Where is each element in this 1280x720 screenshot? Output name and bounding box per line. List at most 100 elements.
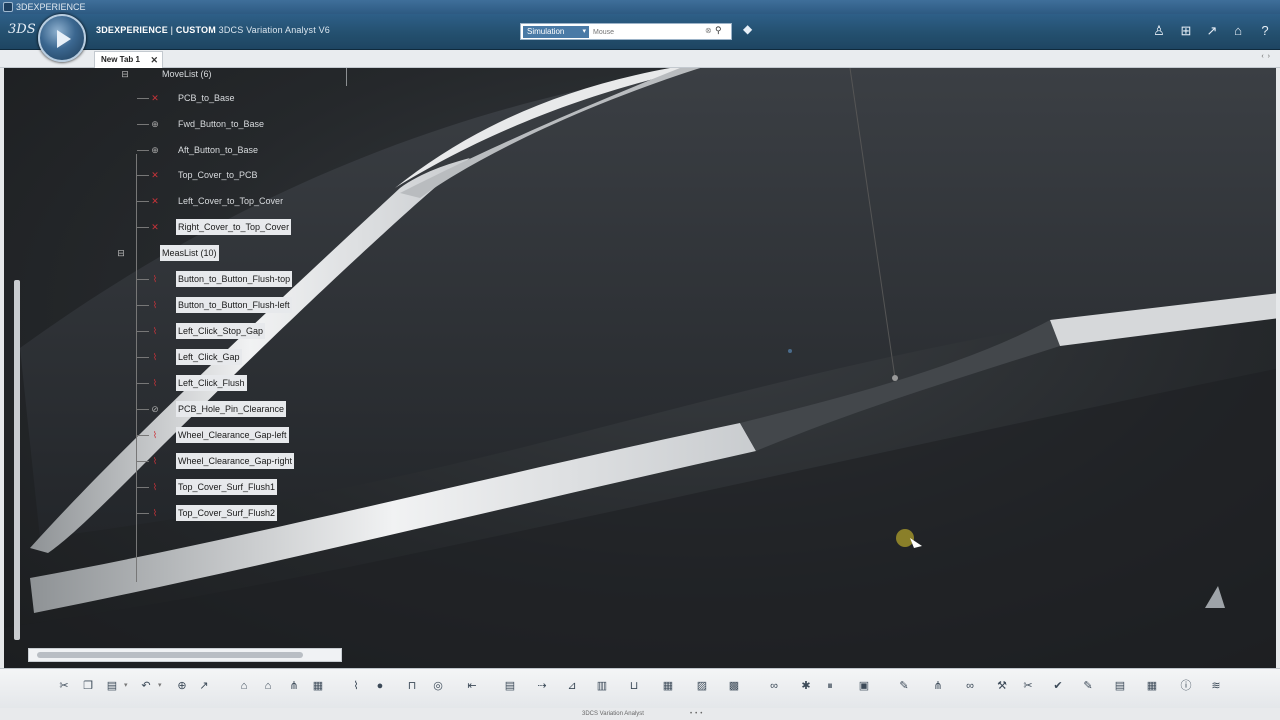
window-title: 3DEXPERIENCE (16, 2, 86, 12)
tree-item-label: Fwd_Button_to_Base (178, 119, 265, 129)
share-icon[interactable]: ↗ (1203, 22, 1221, 40)
measure-icon: ⌇ (152, 508, 158, 518)
dropdown-icon[interactable]: ▾ (158, 681, 162, 689)
tree-item-label: Button_to_Button_Flush-top (176, 271, 293, 287)
search-scope-label: Simulation (527, 27, 565, 36)
more-icon[interactable]: ≋ (1208, 678, 1224, 694)
measure-icon: ⌇ (152, 274, 158, 284)
home-icon[interactable]: ⌂ (1229, 22, 1247, 40)
tree-icon[interactable]: ⋔ (286, 678, 302, 694)
person-icon[interactable]: ♙ (1150, 22, 1168, 40)
zoom-icon[interactable]: ⊕ (174, 678, 190, 694)
torus-icon[interactable]: ◎ (430, 678, 446, 694)
measure-icon: ⌇ (152, 456, 158, 466)
brand-role: CUSTOM (175, 25, 216, 35)
search-scope-dropdown[interactable]: Simulation ▾ (523, 26, 589, 38)
bulb-icon[interactable]: ✱ (798, 678, 814, 694)
help-icon[interactable]: ? (1256, 22, 1274, 40)
arrows-icon[interactable]: ⇤ (464, 678, 480, 694)
chevron-down-icon: ▾ (582, 28, 586, 35)
pause-icon[interactable]: ⏸ (822, 678, 838, 694)
search-box: Simulation ▾ ⊗ ⚲ (520, 23, 732, 40)
scissors-icon[interactable]: ✂ (1020, 678, 1036, 694)
tree-panel-border (346, 68, 347, 86)
report-icon[interactable]: ▦ (310, 678, 326, 694)
brand-separator: | (170, 25, 174, 35)
measure-tool-icon[interactable]: ⌇ (348, 678, 364, 694)
play-icon (57, 30, 71, 48)
binoculars-icon[interactable]: ∞ (962, 678, 978, 694)
tree-item-label: Button_to_Button_Flush-left (176, 297, 292, 313)
table-icon[interactable]: ▤ (502, 678, 518, 694)
close-icon[interactable]: ✕ (150, 52, 158, 68)
product-icon[interactable]: ⌂ (260, 678, 276, 694)
tree-item-label: PCB_Hole_Pin_Clearance (176, 401, 287, 417)
tree-item-label: Wheel_Clearance_Gap-left (176, 427, 289, 443)
edit-icon[interactable]: ✎ (1080, 678, 1096, 694)
tab-scroll-arrows-icon[interactable]: ‹› (1261, 53, 1274, 60)
move-icon: ⊕ (151, 119, 159, 129)
report-red-icon[interactable]: ▩ (726, 678, 742, 694)
tag-icon[interactable]: ◆ (743, 22, 752, 36)
tree-item-label: Left_Click_Flush (176, 375, 247, 391)
app-icon (3, 2, 13, 12)
car-icon[interactable]: ⊓ (404, 678, 420, 694)
right-frame-edge (1276, 68, 1280, 668)
assembly-tree-icon[interactable]: ⋔ (930, 678, 946, 694)
list-icon: ⊟ (121, 69, 129, 79)
tree-item-label: Top_Cover_Surf_Flush1 (176, 479, 278, 495)
pencil-icon[interactable]: ✎ (896, 678, 912, 694)
search-input[interactable] (593, 25, 693, 39)
tree-item-label: Top_Cover_Surf_Flush2 (176, 505, 278, 521)
compass-play-button[interactable] (38, 14, 86, 62)
globe-icon[interactable]: ● (372, 678, 388, 694)
tab-new-tab-1[interactable]: New Tab 1 ✕ (94, 51, 163, 68)
specification-tree: ⊟ MoveList (6) ✕ PCB_to_Base ⊕ Fwd_Butto… (0, 68, 350, 668)
grid-icon[interactable]: ▦ (660, 678, 676, 694)
measure-list-icon: ⊟ (117, 248, 125, 258)
links-icon[interactable]: ∞ (766, 678, 782, 694)
cut-icon[interactable]: ✂ (56, 678, 72, 694)
dropdown-icon[interactable]: ▾ (124, 681, 128, 689)
ds-logo: 3DS (8, 22, 36, 37)
copy-icon[interactable]: ❐ (80, 678, 96, 694)
fit-icon[interactable]: ↗ (196, 678, 212, 694)
status-bar: 3DCS Variation Analyst ••• (0, 708, 1280, 720)
tree-item-label: Top_Cover_to_PCB (178, 170, 258, 180)
search-icon[interactable]: ⚲ (715, 25, 722, 36)
search-clear-icon[interactable]: ⊗ (705, 26, 712, 35)
tab-label: New Tab 1 (101, 55, 140, 64)
tree-item-label: Left_Cover_to_Top_Cover (178, 196, 284, 206)
analysis-icon[interactable]: ⊿ (564, 678, 580, 694)
brand-name: 3DEXPERIENCE (96, 25, 168, 35)
paste-icon[interactable]: ▤ (104, 678, 120, 694)
move-icon: ✕ (151, 170, 159, 180)
tree-connector (136, 154, 137, 582)
chart-icon[interactable]: ▨ (694, 678, 710, 694)
tree-node-label: MeasList (10) (160, 245, 219, 261)
info-icon[interactable]: ⓘ (1178, 678, 1194, 694)
measure-icon: ⌇ (152, 378, 158, 388)
scrollbar-thumb[interactable] (37, 652, 303, 658)
top-bar: 3DS 3DEXPERIENCE | CUSTOM 3DCS Variation… (0, 14, 1280, 50)
action-bar: ✂ ❐ ▤ ▾ ↶ ▾ ⊕ ↗ ⌂ ⌂ ⋔ ▦ ⌇ ● ⊓ ◎ ⇤ ▤ ⇢ ⊿ … (0, 668, 1280, 708)
measure-icon: ⊘ (151, 404, 159, 414)
tree-item-label: PCB_to_Base (178, 93, 235, 103)
calendar-icon[interactable]: ▦ (1144, 678, 1160, 694)
color-grid-icon[interactable]: ▣ (856, 678, 872, 694)
bucket-icon[interactable]: ⊔ (626, 678, 642, 694)
sequence-icon[interactable]: ⇢ (534, 678, 550, 694)
tree-horizontal-scrollbar[interactable] (28, 648, 342, 662)
move-icon: ✕ (151, 196, 159, 206)
assembly-icon[interactable]: ⌂ (236, 678, 252, 694)
plus-icon[interactable]: ⊞ (1177, 22, 1195, 40)
clipboard-icon[interactable]: ▤ (1112, 678, 1128, 694)
check-icon[interactable]: ✔ (1050, 678, 1066, 694)
measure-icon: ⌇ (152, 326, 158, 336)
tools-icon[interactable]: ⚒ (994, 678, 1010, 694)
stack-icon[interactable]: ▥ (594, 678, 610, 694)
undo-icon[interactable]: ↶ (138, 678, 154, 694)
tree-item-label: Right_Cover_to_Top_Cover (176, 219, 292, 235)
tree-item-label: Wheel_Clearance_Gap-right (176, 453, 295, 469)
tree-vertical-scrollbar[interactable] (14, 280, 20, 640)
